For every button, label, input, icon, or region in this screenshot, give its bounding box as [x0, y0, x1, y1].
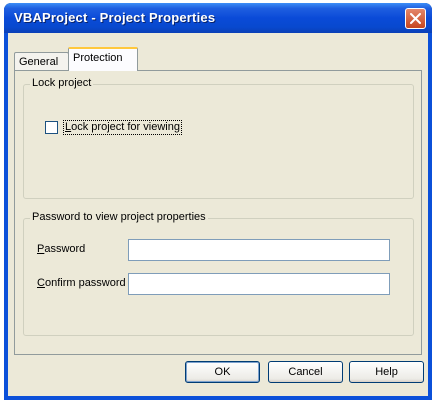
ok-button[interactable]: OK [185, 361, 260, 383]
lock-label-rest: ock project for viewing [71, 121, 180, 133]
lock-project-legend: Lock project [30, 77, 94, 89]
password-label-rest: assword [44, 243, 86, 255]
password-label: Password [37, 243, 85, 255]
dialog-window: VBAProject - Project Properties General … [4, 3, 432, 400]
close-icon [410, 13, 421, 24]
dialog-client-area: General Protection Lock project Lock pro… [8, 33, 428, 396]
help-button[interactable]: Help [349, 361, 424, 383]
title-bar[interactable]: VBAProject - Project Properties [4, 3, 432, 33]
lock-project-group: Lock project Lock project for viewing [23, 77, 414, 199]
confirm-password-input[interactable] [128, 273, 390, 295]
confirm-password-label: Confirm password [37, 277, 126, 289]
window-title: VBAProject - Project Properties [14, 10, 216, 25]
confirm-mnemonic: C [37, 277, 45, 289]
password-group-legend: Password to view project properties [30, 211, 208, 223]
tab-protection[interactable]: Protection [68, 47, 138, 71]
close-button[interactable] [405, 8, 426, 29]
password-input[interactable] [128, 239, 390, 261]
protection-tab-panel: Lock project Lock project for viewing Pa… [14, 70, 422, 355]
confirm-label-rest: onfirm password [44, 277, 126, 289]
password-group: Password to view project properties Pass… [23, 211, 414, 336]
window-frame: General Protection Lock project Lock pro… [4, 33, 432, 400]
lock-project-checkbox-label[interactable]: Lock project for viewing [63, 120, 182, 135]
lock-project-checkbox[interactable] [45, 121, 58, 134]
cancel-button[interactable]: Cancel [268, 361, 343, 383]
tab-general[interactable]: General [14, 52, 69, 70]
